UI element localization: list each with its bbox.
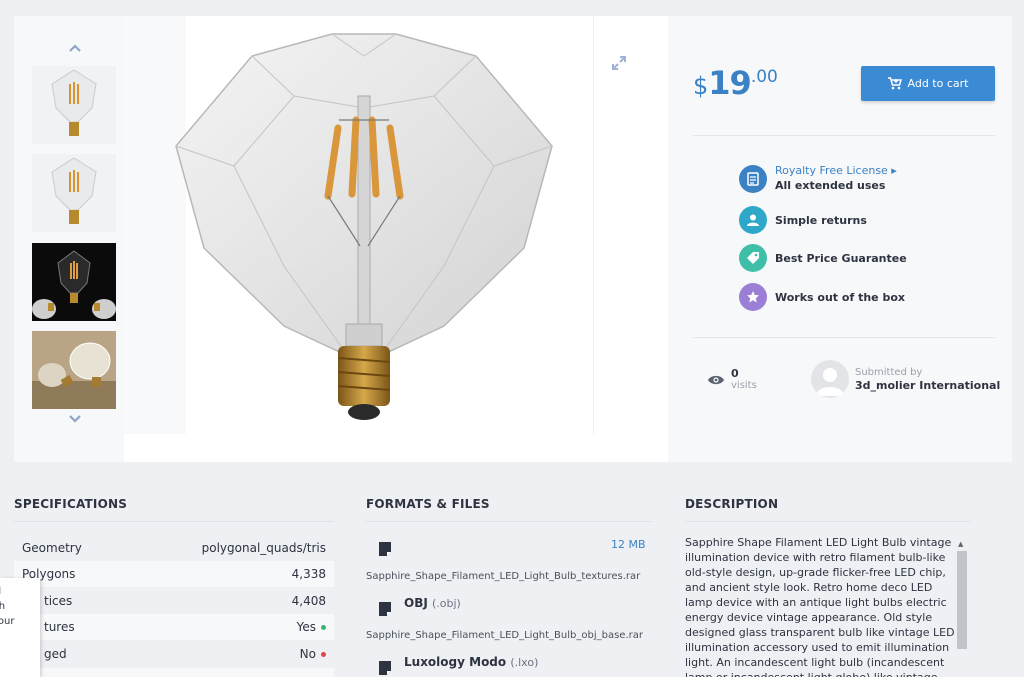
expand-icon[interactable] [611,55,627,71]
thumbnail-4[interactable] [32,331,116,409]
cart-icon [887,77,902,90]
spec-value: polygonal_quads/tris [201,541,326,555]
feature-price-guarantee: Best Price Guarantee [739,244,907,272]
feature-works-out-of-box: Works out of the box [739,283,905,311]
spec-row: Geometry polygonal_quads/tris [14,535,334,561]
formats-heading: FORMATS & FILES [366,497,490,511]
spec-value: 4,408 [291,594,326,608]
file-icon [378,660,392,676]
file-size: 12 MB [611,538,646,551]
thumbnail-1[interactable] [32,66,116,144]
gallery [14,16,668,462]
price-cents: .00 [750,67,778,87]
feature-license: Royalty Free License ▸ All extended uses [739,164,897,194]
scroll-up-arrow-icon[interactable]: ▲ [958,540,963,548]
submitter-name[interactable]: 3d_molier International [855,379,1000,392]
format-title: Luxology Modo (.lxo) [404,655,538,669]
main-product-image [124,16,594,434]
thumb-up-arrow-icon[interactable] [68,42,82,56]
feature-text: All extended uses [775,179,886,192]
file-name[interactable]: Sapphire_Shape_Filament_LED_Light_Bulb_t… [366,571,640,582]
add-to-cart-button[interactable]: Add to cart [861,66,995,101]
tag-icon [739,244,767,272]
spec-value: No [299,647,316,661]
visits-label: visits [731,380,757,391]
format-ext: (.lxo) [510,656,539,669]
feature-text: Works out of the box [775,290,905,304]
spec-value: 4,338 [291,567,326,581]
spec-row [14,668,334,677]
add-to-cart-label: Add to cart [907,77,969,90]
format-name: Luxology Modo [404,655,507,669]
thumbnail-column [14,16,124,462]
document-icon [739,165,767,193]
popup-line: your [0,616,15,627]
file-icon [378,541,392,557]
file-name[interactable]: Sapphire_Shape_Filament_LED_Light_Bulb_o… [366,630,643,641]
status-dot-icon [321,625,326,630]
spec-value: Yes [296,620,316,634]
popup-line: ith [0,601,6,612]
avatar [811,360,849,398]
submitted-by-label: Submitted by [855,366,923,378]
user-icon [739,206,767,234]
price-integer: 19 [708,64,752,102]
spec-row: ged No [14,641,334,667]
popup-line: ul [0,584,40,599]
price: $19.00 [693,64,778,102]
format-title: OBJ (.obj) [404,596,461,610]
description-heading: DESCRIPTION [685,497,779,511]
specs-heading: SPECIFICATIONS [14,497,128,511]
spec-row: tures Yes [14,614,334,640]
thumbnail-3[interactable] [32,243,116,321]
eye-icon [708,375,724,385]
price-currency: $ [693,72,709,100]
product-card: $19.00 Add to cart Royalty Free License … [14,16,1012,462]
visits-counter: 0 visits [707,368,757,392]
status-dot-icon [321,652,326,657]
spec-label: Geometry [22,541,82,555]
thumb-down-arrow-icon[interactable] [68,411,82,425]
feature-returns: Simple returns [739,206,867,234]
feature-text: Best Price Guarantee [775,251,907,265]
partial-popup: ul ith your [0,578,40,677]
royalty-free-license-link[interactable]: Royalty Free License ▸ [775,164,897,177]
file-icon [378,601,392,617]
purchase-panel: $19.00 Add to cart Royalty Free License … [668,16,1012,462]
thumbnail-2[interactable] [32,154,116,232]
description-text: Sapphire Shape Filament LED Light Bulb v… [685,536,955,677]
format-ext: (.obj) [432,597,461,610]
feature-text: Simple returns [775,213,867,227]
visits-count: 0 [731,367,739,380]
spec-row: tices 4,408 [14,588,334,614]
star-icon [739,283,767,311]
submitter[interactable]: Submitted by 3d_molier International [811,360,1000,398]
scrollbar-thumb[interactable] [957,551,967,649]
spec-row: Polygons 4,338 [14,561,334,587]
format-name: OBJ [404,596,428,610]
